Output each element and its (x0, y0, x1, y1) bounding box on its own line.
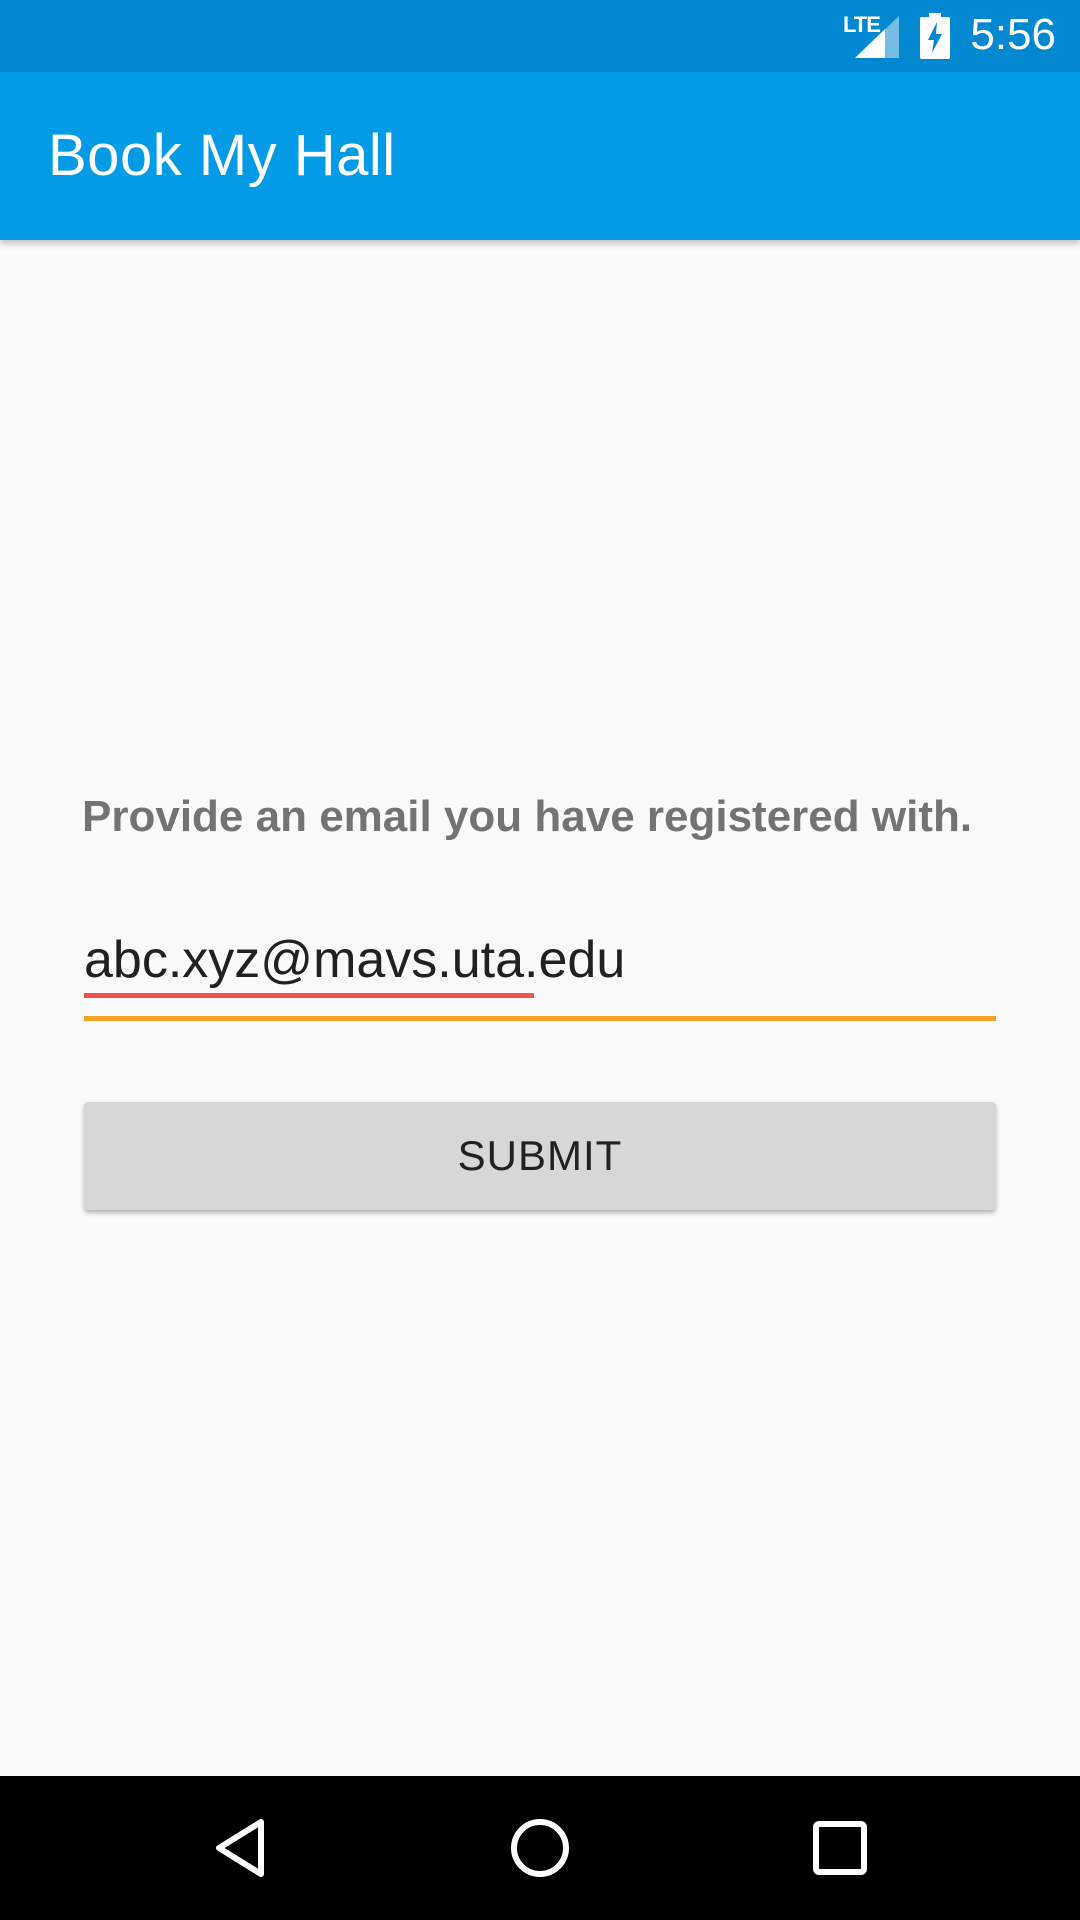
main-content: Provide an email you have registered wit… (0, 240, 1080, 1776)
signal-icon (855, 16, 899, 58)
email-prompt: Provide an email you have registered wit… (82, 792, 973, 841)
app-bar: Book My Hall (0, 72, 1080, 240)
home-icon[interactable] (504, 1812, 576, 1884)
battery-charging-icon (920, 13, 950, 59)
email-input-value[interactable]: abc.xyz@mavs.uta.edu (84, 930, 625, 990)
spell-check-underline (84, 993, 534, 998)
back-icon[interactable] (205, 1812, 277, 1884)
submit-button[interactable]: SUBMIT (84, 1102, 996, 1210)
recents-icon[interactable] (804, 1812, 876, 1884)
email-field[interactable]: abc.xyz@mavs.uta.edu (84, 930, 996, 1021)
navigation-bar (0, 1776, 1080, 1920)
clock: 5:56 (970, 10, 1056, 59)
status-bar: LTE 5:56 (0, 0, 1080, 72)
app-title: Book My Hall (48, 123, 396, 188)
